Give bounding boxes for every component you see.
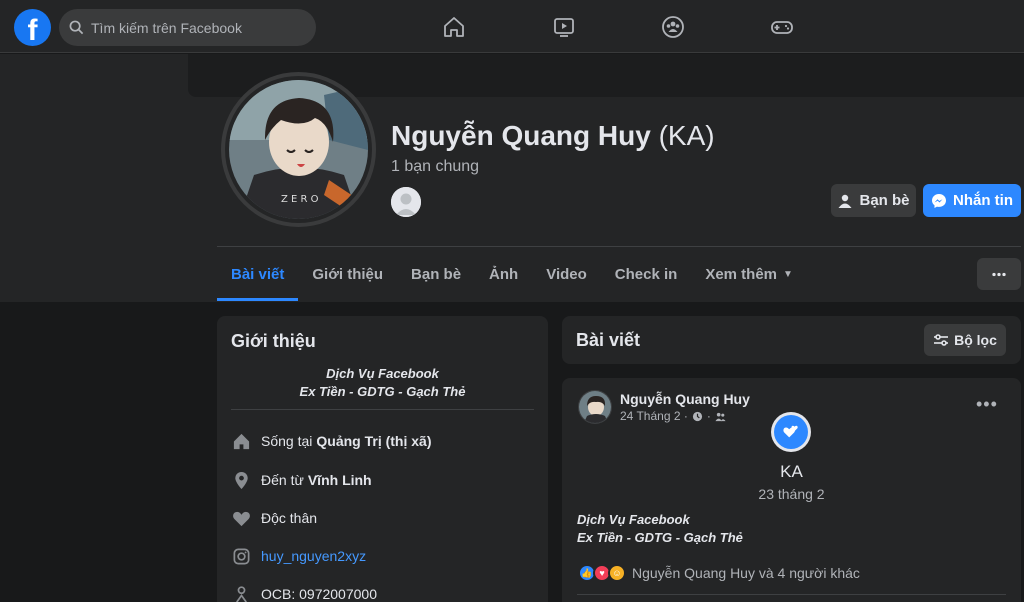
more-options-button[interactable] bbox=[977, 258, 1021, 290]
clock-icon bbox=[692, 411, 702, 421]
message-button-label: Nhắn tin bbox=[953, 192, 1013, 209]
intro-title: Giới thiệu bbox=[231, 331, 316, 351]
intro-lives-in: Sống tại Quảng Trị (thị xã) bbox=[231, 431, 432, 451]
intro-relationship: Độc thân bbox=[231, 508, 317, 528]
post-text-line-1: Dịch Vụ Facebook bbox=[577, 512, 690, 527]
profile-avatar[interactable]: Z E R O bbox=[229, 80, 368, 219]
intro-instagram: huy_nguyen2xyz bbox=[231, 546, 366, 566]
tab-photos[interactable]: Ảnh bbox=[475, 247, 532, 301]
post-text-line-2: Ex Tiền - GDTG - Gạch Thẻ bbox=[577, 530, 743, 545]
life-event-date: 23 tháng 2 bbox=[758, 486, 825, 502]
home-icon bbox=[444, 17, 464, 37]
post-author-name[interactable]: Nguyễn Quang Huy bbox=[620, 391, 750, 407]
mutual-friends-count[interactable]: 1 bạn chung bbox=[391, 158, 479, 176]
tab-checkins[interactable]: Check in bbox=[601, 247, 692, 301]
nav-gaming[interactable] bbox=[767, 12, 797, 42]
reactions-summary: Nguyễn Quang Huy và 4 người khác bbox=[632, 565, 860, 581]
nav-home[interactable] bbox=[439, 12, 469, 42]
house-icon bbox=[231, 431, 251, 451]
hearts-icon bbox=[774, 415, 808, 449]
avatar-illustration: Z E R O bbox=[229, 80, 368, 219]
intro-bank: OCB: 0972007000 bbox=[231, 584, 377, 602]
filter-button[interactable]: Bộ lọc bbox=[924, 324, 1006, 356]
bank-info: OCB: 0972007000 bbox=[261, 586, 377, 602]
svg-text:Z E R O: Z E R O bbox=[281, 194, 319, 205]
post-divider bbox=[577, 594, 1006, 595]
care-reaction-icon: ☺ bbox=[608, 564, 626, 582]
message-button[interactable]: Nhắn tin bbox=[923, 184, 1021, 217]
top-navigation-bar: f bbox=[0, 0, 1024, 53]
intro-from: Đến từ Vĩnh Linh bbox=[231, 470, 372, 490]
facebook-logo-icon[interactable]: f bbox=[14, 9, 51, 46]
post-date[interactable]: 24 Tháng 2 · bbox=[620, 409, 688, 423]
friends-button[interactable]: Bạn bè bbox=[831, 184, 916, 217]
posts-header: Bài viết Bộ lọc bbox=[562, 316, 1021, 364]
intro-card: Giới thiệu Dịch Vụ Facebook Ex Tiền - GD… bbox=[217, 316, 548, 602]
instagram-link[interactable]: huy_nguyen2xyz bbox=[261, 548, 366, 564]
location-pin-icon bbox=[231, 470, 251, 490]
tab-posts[interactable]: Bài viết bbox=[217, 247, 299, 301]
relationship-status: Độc thân bbox=[261, 510, 318, 526]
from-place[interactable]: Vĩnh Linh bbox=[308, 472, 372, 488]
caret-down-icon: ▼ bbox=[783, 268, 793, 280]
intro-divider bbox=[231, 409, 534, 410]
friends-audience-icon bbox=[715, 412, 726, 421]
mutual-friend-avatar[interactable] bbox=[391, 187, 421, 217]
filter-sliders-icon bbox=[934, 334, 949, 346]
tab-more-label: Xem thêm bbox=[705, 265, 778, 283]
search-input[interactable] bbox=[91, 19, 291, 36]
post-options-icon[interactable]: ••• bbox=[976, 394, 998, 415]
profile-tabs: Bài viết Giới thiệu Bạn bè Ảnh Video Che… bbox=[217, 247, 807, 301]
post-meta: 24 Tháng 2 · · bbox=[620, 409, 726, 423]
tab-about[interactable]: Giới thiệu bbox=[298, 247, 397, 301]
life-event-title: KA bbox=[780, 462, 803, 481]
profile-name: Nguyễn Quang Huy (KA) bbox=[391, 120, 715, 152]
bio-line-2: Ex Tiền - GDTG - Gạch Thẻ bbox=[299, 384, 466, 399]
tab-more[interactable]: Xem thêm ▼ bbox=[691, 247, 807, 301]
profile-alt-name: (KA) bbox=[658, 120, 715, 151]
search-bar[interactable] bbox=[59, 9, 316, 46]
friends-button-label: Bạn bè bbox=[859, 192, 910, 209]
lives-in-prefix: Sống tại bbox=[261, 433, 313, 449]
nav-watch[interactable] bbox=[549, 12, 579, 42]
post-card: Nguyễn Quang Huy 24 Tháng 2 · · ••• KA 2… bbox=[562, 378, 1021, 602]
author-avatar-illustration bbox=[579, 391, 611, 423]
watch-icon bbox=[554, 18, 574, 37]
profile-name-text: Nguyễn Quang Huy bbox=[391, 120, 651, 151]
tab-friends[interactable]: Bạn bè bbox=[397, 247, 475, 301]
bio-line-1: Dịch Vụ Facebook bbox=[326, 366, 439, 381]
post-author-avatar[interactable] bbox=[578, 390, 612, 424]
post-reactions[interactable]: 👍 ♥ ☺ Nguyễn Quang Huy và 4 người khác bbox=[578, 564, 860, 582]
lives-in-place[interactable]: Quảng Trị (thị xã) bbox=[316, 433, 431, 449]
person-contact-icon bbox=[231, 584, 251, 602]
messenger-icon bbox=[932, 193, 946, 208]
from-prefix: Đến từ bbox=[261, 472, 304, 488]
instagram-icon bbox=[231, 546, 251, 566]
default-avatar-icon bbox=[391, 187, 421, 217]
search-icon bbox=[69, 20, 84, 35]
filter-button-label: Bộ lọc bbox=[954, 332, 997, 348]
gaming-icon bbox=[771, 21, 793, 34]
tab-videos[interactable]: Video bbox=[532, 247, 601, 301]
posts-title: Bài viết bbox=[576, 330, 641, 350]
more-dots-icon bbox=[992, 272, 1006, 276]
groups-icon bbox=[662, 16, 684, 38]
heart-icon bbox=[231, 508, 251, 528]
life-event-icon bbox=[771, 412, 811, 452]
nav-groups[interactable] bbox=[658, 12, 688, 42]
friend-check-icon bbox=[838, 194, 852, 208]
